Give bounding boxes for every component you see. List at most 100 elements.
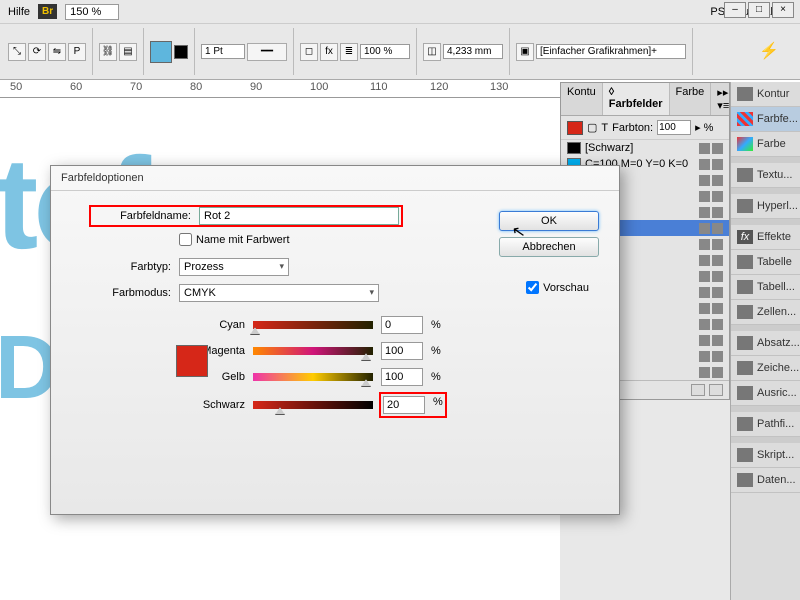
align-dock-icon — [737, 386, 753, 400]
gelb-slider[interactable] — [253, 373, 373, 381]
dock-datenzusammenfuehrung[interactable]: Daten... — [731, 468, 800, 493]
name-with-value-label: Name mit Farbwert — [196, 234, 290, 246]
schwarz-slider[interactable] — [253, 401, 373, 409]
gelb-value-input[interactable] — [381, 368, 423, 386]
dock-pathfinder[interactable]: Pathfi... — [731, 412, 800, 437]
swatch-mode-icon — [712, 143, 723, 154]
lightning-icon[interactable]: ⚡ — [758, 40, 780, 62]
crop-icon[interactable]: ◫ — [423, 43, 441, 61]
hyperlink-icon — [737, 199, 753, 213]
table-icon — [737, 255, 753, 269]
charstyles-icon — [737, 361, 753, 375]
ruler-mark: 70 — [130, 81, 142, 93]
swatch-name-input[interactable] — [199, 207, 399, 225]
color-preview-swatch — [176, 345, 208, 377]
transform-icon[interactable]: ⤡ — [8, 43, 26, 61]
dock-zeichenformate[interactable]: Zeiche... — [731, 356, 800, 381]
script-icon — [737, 448, 753, 462]
colortype-label: Farbtyp: — [91, 261, 171, 273]
cyan-label: Cyan — [171, 319, 245, 331]
dock-farbfelder[interactable]: Farbfe... — [731, 107, 800, 132]
dock-ausrichten[interactable]: Ausric... — [731, 381, 800, 406]
stroke-swatch[interactable] — [174, 45, 188, 59]
fill-swatch[interactable] — [150, 41, 172, 63]
name-label: Farbfeldname: — [91, 210, 191, 222]
farbton-label: Farbton: — [612, 122, 653, 134]
zoom-level[interactable]: 150 % — [65, 4, 119, 20]
text-icon[interactable]: T — [601, 122, 608, 134]
dock-hyperlinks[interactable]: Hyperl... — [731, 194, 800, 219]
tablestyles-icon — [737, 280, 753, 294]
dock-skriptetiketten[interactable]: Skript... — [731, 443, 800, 468]
farbton-input[interactable] — [657, 120, 691, 135]
color-icon — [737, 137, 753, 151]
close-button[interactable]: × — [772, 2, 794, 18]
magenta-slider[interactable] — [253, 347, 373, 355]
colortype-select[interactable]: Prozess — [179, 258, 289, 276]
menu-help[interactable]: Hilfe — [8, 6, 30, 18]
ruler-mark: 90 — [250, 81, 262, 93]
swatches-icon — [737, 112, 753, 126]
flip-icon[interactable]: ⇋ — [48, 43, 66, 61]
datamerge-icon — [737, 473, 753, 487]
stroke-weight-input[interactable]: 1 Pt — [201, 44, 245, 59]
textwrap-icon — [737, 168, 753, 182]
ruler-mark: 110 — [370, 81, 388, 93]
text-wrap-icon[interactable]: ≣ — [340, 43, 358, 61]
pct-unit: % — [431, 345, 441, 357]
dock-tabellenformate[interactable]: Tabell... — [731, 275, 800, 300]
preview-label: Vorschau — [543, 282, 589, 294]
dock-kontur[interactable]: Kontur — [731, 82, 800, 107]
fill-stroke-proxy[interactable] — [567, 121, 583, 135]
minimize-button[interactable]: – — [724, 2, 746, 18]
cellstyles-icon — [737, 305, 753, 319]
maximize-button[interactable]: □ — [748, 2, 770, 18]
ruler-mark: 80 — [190, 81, 202, 93]
dock-textumfluss[interactable]: Textu... — [731, 163, 800, 188]
farbton-unit: ▸ % — [695, 121, 713, 134]
colormode-select[interactable]: CMYK — [179, 284, 379, 302]
swatch-row[interactable]: [Schwarz] — [561, 140, 729, 156]
dimension-input[interactable]: 4,233 mm — [443, 44, 503, 59]
dock-farbe[interactable]: Farbe — [731, 132, 800, 157]
dock-zellenformate[interactable]: Zellen... — [731, 300, 800, 325]
ruler-mark: 130 — [490, 81, 508, 93]
tab-farbe[interactable]: Farbe — [670, 83, 712, 115]
dock-effekte[interactable]: fxEffekte — [731, 225, 800, 250]
bridge-badge[interactable]: Br — [38, 4, 57, 19]
swatch-name: [Schwarz] — [585, 142, 633, 154]
fx-dock-icon: fx — [737, 230, 753, 244]
parastyles-icon — [737, 336, 753, 350]
object-style-icon[interactable]: ▣ — [516, 43, 534, 61]
swatch-type-icon — [699, 159, 710, 170]
right-dock: Kontur Farbfe... Farbe Textu... Hyperl..… — [730, 82, 800, 600]
swatch-options-dialog: Farbfeldoptionen Farbfeldname: Name mit … — [50, 165, 620, 515]
align-icon[interactable]: ▤ — [119, 43, 137, 61]
fx-icon[interactable]: fx — [320, 43, 338, 61]
stroke-style[interactable]: ━━ — [247, 43, 287, 61]
frame-preset-dropdown[interactable]: [Einfacher Grafikrahmen]+ — [536, 44, 686, 59]
tab-farbfelder[interactable]: ◊ Farbfelder — [603, 83, 670, 115]
delete-swatch-icon[interactable] — [709, 384, 723, 396]
pct-unit: % — [431, 371, 441, 383]
ruler-mark: 100 — [310, 81, 328, 93]
schwarz-label: Schwarz — [171, 399, 245, 411]
name-with-value-checkbox[interactable] — [179, 233, 192, 246]
tab-kontur[interactable]: Kontu — [561, 83, 603, 115]
magenta-value-input[interactable] — [381, 342, 423, 360]
dock-absatzformate[interactable]: Absatz... — [731, 331, 800, 356]
opacity-input[interactable]: 100 % — [360, 44, 410, 59]
colormode-label: Farbmodus: — [71, 287, 171, 299]
preview-checkbox[interactable] — [526, 281, 539, 294]
rotate-icon[interactable]: ⟳ — [28, 43, 46, 61]
cyan-value-input[interactable] — [381, 316, 423, 334]
paragraph-icon[interactable]: P — [68, 43, 86, 61]
container-icon[interactable]: ▢ — [587, 121, 597, 134]
new-swatch-icon[interactable] — [691, 384, 705, 396]
link-icon[interactable]: ⛓ — [99, 43, 117, 61]
corner-icon[interactable]: ◻ — [300, 43, 318, 61]
cyan-slider[interactable] — [253, 321, 373, 329]
schwarz-value-input[interactable] — [383, 396, 425, 414]
pathfinder-icon — [737, 417, 753, 431]
dock-tabelle[interactable]: Tabelle — [731, 250, 800, 275]
